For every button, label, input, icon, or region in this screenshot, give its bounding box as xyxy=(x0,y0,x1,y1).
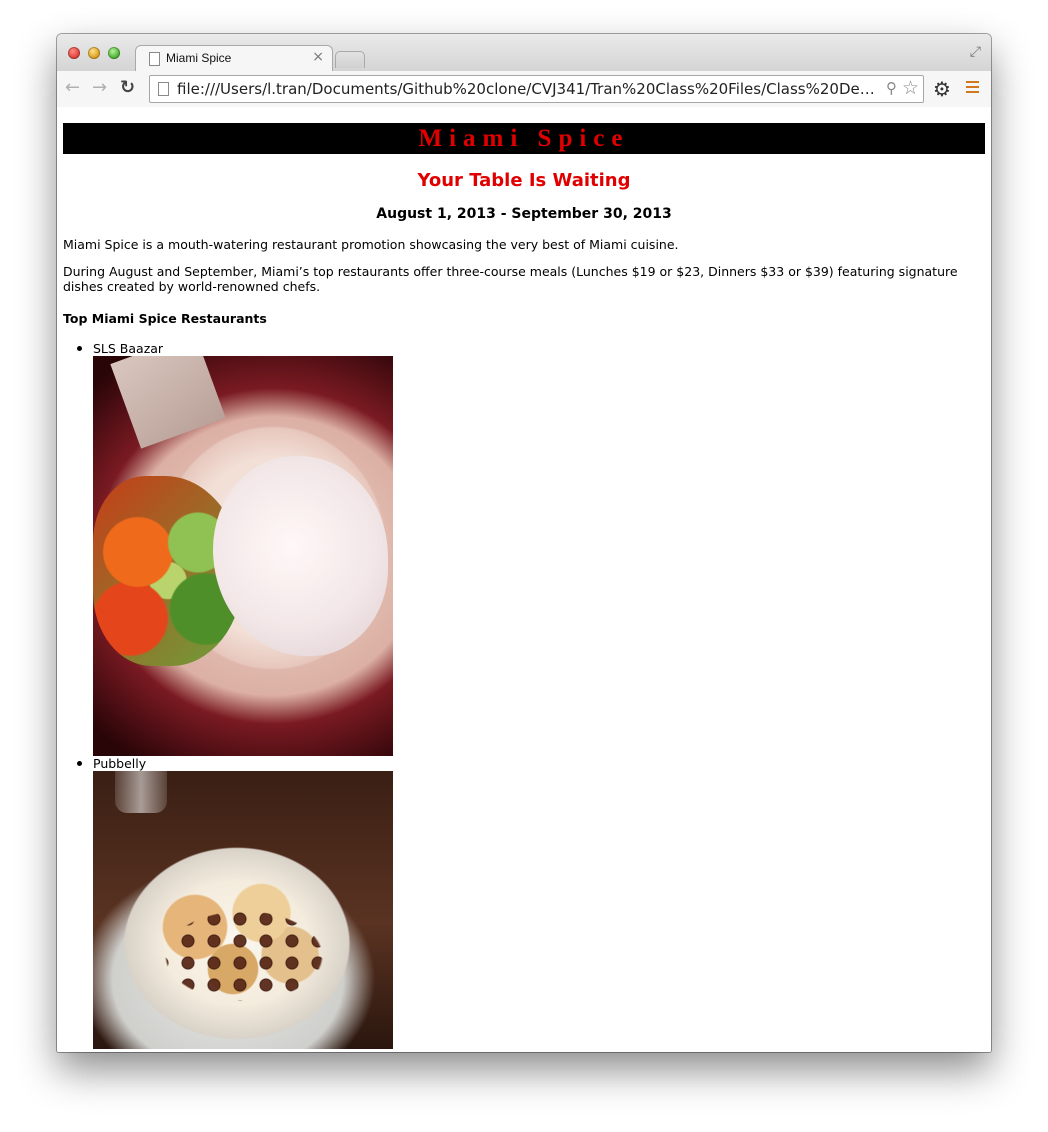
title-bar: Miami Spice × ⤢ xyxy=(57,34,991,73)
napkin-shape xyxy=(110,356,226,449)
chocolate-pearls-shape xyxy=(123,886,343,1026)
menu-icon[interactable] xyxy=(966,81,979,93)
browser-toolbar: ← → ↻ file:///Users/l.tran/Documents/Git… xyxy=(57,71,991,108)
reload-icon[interactable]: ↻ xyxy=(120,78,135,98)
browser-window: Miami Spice × ⤢ ← → ↻ file:///Users/l.tr… xyxy=(57,34,991,1052)
list-item: SLS Baazar xyxy=(77,341,393,756)
details-paragraph: During August and September, Miami’s top… xyxy=(63,264,958,294)
back-arrow-icon[interactable]: ← xyxy=(65,78,80,98)
document-icon xyxy=(149,52,160,66)
maximize-window-button[interactable] xyxy=(108,47,120,59)
restaurant-list-heading: Top Miami Spice Restaurants xyxy=(63,311,267,326)
tagline-heading: Your Table Is Waiting xyxy=(417,170,631,191)
tab-close-icon[interactable]: × xyxy=(312,49,324,65)
search-icon[interactable]: ⚲ xyxy=(886,79,897,97)
new-tab-button[interactable] xyxy=(335,51,365,68)
tab-title: Miami Spice xyxy=(166,51,232,65)
page-document-icon xyxy=(158,82,169,96)
pubbelly-dish-photo xyxy=(93,771,393,1049)
foam-shape xyxy=(213,456,388,656)
site-banner: Miami Spice xyxy=(63,123,985,154)
restaurant-name: SLS Baazar xyxy=(93,341,164,356)
bullet-icon xyxy=(77,761,82,766)
page-content: Miami Spice Your Table Is Waiting August… xyxy=(57,107,991,1052)
url-text[interactable]: file:///Users/l.tran/Documents/Github%20… xyxy=(177,80,877,98)
restaurant-list: SLS Baazar Pubbelly xyxy=(77,341,393,1049)
forward-arrow-icon[interactable]: → xyxy=(92,78,107,98)
close-window-button[interactable] xyxy=(68,47,80,59)
fullscreen-icon[interactable]: ⤢ xyxy=(970,44,981,60)
address-bar[interactable]: file:///Users/l.tran/Documents/Github%20… xyxy=(149,75,924,103)
tab-miami-spice[interactable]: Miami Spice × xyxy=(135,45,333,73)
gear-icon[interactable]: ⚙ xyxy=(933,77,951,101)
water-glass-shape xyxy=(115,771,167,813)
bullet-icon xyxy=(77,346,82,351)
event-dates: August 1, 2013 - September 30, 2013 xyxy=(376,206,672,222)
intro-paragraph: Miami Spice is a mouth-watering restaura… xyxy=(63,237,679,252)
minimize-window-button[interactable] xyxy=(88,47,100,59)
site-title: Miami Spice xyxy=(418,125,630,152)
sls-baazar-dish-photo xyxy=(93,356,393,756)
star-icon[interactable]: ☆ xyxy=(902,77,919,99)
restaurant-name: Pubbelly xyxy=(93,756,147,771)
list-item: Pubbelly xyxy=(77,756,393,1049)
